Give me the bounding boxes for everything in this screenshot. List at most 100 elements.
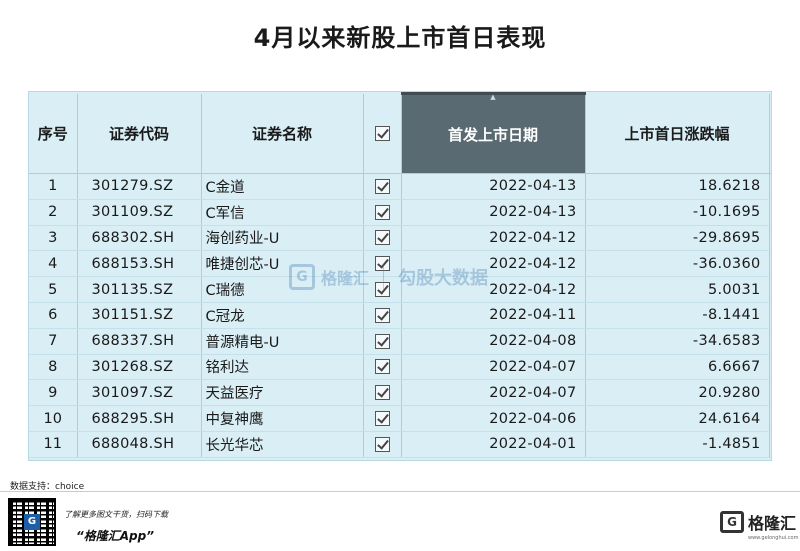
row-listing-date: 2022-04-12 — [401, 250, 586, 278]
checkbox-checked-icon[interactable] — [374, 178, 390, 194]
brand-logo: G 格隆汇 — [720, 510, 796, 534]
row-filler — [769, 405, 771, 432]
table-row[interactable]: 10 688295.SH 中复神鹰 2022-04-06 24.6164 — [29, 405, 771, 432]
row-first-day-change: 20.9280 — [585, 379, 770, 407]
brand-url: www.gelonghui.com — [748, 535, 799, 541]
table-row[interactable]: 2 301109.SZ C军信 2022-04-13 -10.1695 — [29, 199, 771, 226]
checkbox-checked-icon[interactable] — [374, 204, 390, 220]
sort-caret-icon: ▲ — [490, 93, 496, 101]
row-index: 10 — [29, 405, 78, 432]
row-filler — [769, 250, 771, 278]
row-name: 铭利达 — [201, 354, 364, 381]
row-listing-date: 2022-04-13 — [401, 173, 586, 200]
row-name: C冠龙 — [201, 302, 364, 329]
promo-text: 了解更多图文干货，扫码下载 — [64, 510, 168, 519]
checkbox-checked-icon[interactable] — [374, 282, 390, 298]
row-filler — [769, 302, 771, 329]
row-first-day-change: 5.0031 — [585, 276, 770, 303]
row-first-day-change: 24.6164 — [585, 405, 770, 432]
checkbox-checked-icon[interactable] — [374, 411, 390, 427]
row-filler — [769, 199, 771, 226]
row-filler — [769, 225, 771, 252]
row-name: 天益医疗 — [201, 379, 364, 407]
row-checkbox — [363, 328, 402, 355]
row-first-day-change: -34.6583 — [585, 328, 770, 355]
table-row[interactable]: 4 688153.SH 唯捷创芯-U 2022-04-12 -36.0360 — [29, 250, 771, 278]
row-checkbox — [363, 354, 402, 381]
row-name: C军信 — [201, 199, 364, 226]
row-first-day-change: -1.4851 — [585, 431, 770, 458]
table-row[interactable]: 1 301279.SZ C金道 2022-04-13 18.6218 — [29, 173, 771, 200]
row-code: 688302.SH — [77, 225, 202, 252]
row-code: 301097.SZ — [77, 379, 202, 407]
row-checkbox — [363, 379, 402, 407]
row-listing-date: 2022-04-13 — [401, 199, 586, 226]
checkbox-checked-icon[interactable] — [374, 230, 390, 246]
row-filler — [769, 328, 771, 355]
header-select-all[interactable] — [363, 93, 402, 174]
row-code: 688295.SH — [77, 405, 202, 432]
row-index: 11 — [29, 431, 78, 458]
table-row[interactable]: 7 688337.SH 普源精电-U 2022-04-08 -34.6583 — [29, 328, 771, 355]
app-name: “格隆汇App” — [76, 529, 154, 543]
row-filler — [769, 173, 771, 200]
row-index: 7 — [29, 328, 78, 355]
checkbox-checked-icon[interactable] — [374, 333, 390, 349]
table-row[interactable]: 8 301268.SZ 铭利达 2022-04-07 6.6667 — [29, 354, 771, 381]
row-index: 2 — [29, 199, 78, 226]
row-listing-date: 2022-04-12 — [401, 276, 586, 303]
header-row: 序号 证券代码 证券名称 ▲ 首发上市日期 上市首日涨跌幅 — [29, 92, 771, 174]
data-grid: 序号 证券代码 证券名称 ▲ 首发上市日期 上市首日涨跌幅 1 301279.SZ… — [28, 91, 772, 461]
row-listing-date: 2022-04-12 — [401, 225, 586, 252]
row-listing-date: 2022-04-07 — [401, 354, 586, 381]
row-checkbox — [363, 173, 402, 200]
header-code[interactable]: 证券代码 — [77, 93, 202, 174]
row-checkbox — [363, 199, 402, 226]
ipo-table: 序号 证券代码 证券名称 ▲ 首发上市日期 上市首日涨跌幅 1 301279.SZ… — [29, 92, 771, 458]
row-listing-date: 2022-04-07 — [401, 379, 586, 407]
row-index: 6 — [29, 302, 78, 329]
header-listing-date[interactable]: ▲ 首发上市日期 — [401, 92, 586, 174]
row-first-day-change: 18.6218 — [585, 173, 770, 200]
row-code: 301151.SZ — [77, 302, 202, 329]
row-name: 长光华芯 — [201, 431, 364, 458]
row-first-day-change: -29.8695 — [585, 225, 770, 252]
header-first-day-change[interactable]: 上市首日涨跌幅 — [585, 93, 770, 174]
row-code: 301279.SZ — [77, 173, 202, 200]
row-checkbox — [363, 225, 402, 252]
row-first-day-change: 6.6667 — [585, 354, 770, 381]
table-row[interactable]: 3 688302.SH 海创药业-U 2022-04-12 -29.8695 — [29, 225, 771, 252]
row-filler — [769, 276, 771, 303]
row-code: 301109.SZ — [77, 199, 202, 226]
header-index[interactable]: 序号 — [29, 93, 78, 174]
table-row[interactable]: 9 301097.SZ 天益医疗 2022-04-07 20.9280 — [29, 379, 771, 407]
row-index: 3 — [29, 225, 78, 252]
table-row[interactable]: 11 688048.SH 长光华芯 2022-04-01 -1.4851 — [29, 431, 771, 458]
row-code: 688048.SH — [77, 431, 202, 458]
row-listing-date: 2022-04-08 — [401, 328, 586, 355]
checkbox-checked-icon[interactable] — [374, 385, 390, 401]
row-name: 海创药业-U — [201, 225, 364, 252]
brand-g-icon: G — [720, 511, 744, 533]
checkbox-checked-icon[interactable] — [374, 126, 390, 142]
table-row[interactable]: 6 301151.SZ C冠龙 2022-04-11 -8.1441 — [29, 302, 771, 329]
row-code: 301135.SZ — [77, 276, 202, 303]
row-first-day-change: -36.0360 — [585, 250, 770, 278]
page-title: 4月以来新股上市首日表现 — [253, 24, 547, 52]
row-name: 普源精电-U — [201, 328, 364, 355]
row-name: 中复神鹰 — [201, 405, 364, 432]
row-filler — [769, 354, 771, 381]
checkbox-checked-icon[interactable] — [374, 359, 390, 375]
row-listing-date: 2022-04-01 — [401, 431, 586, 458]
checkbox-checked-icon[interactable] — [374, 436, 390, 452]
row-index: 4 — [29, 250, 78, 278]
row-listing-date: 2022-04-06 — [401, 405, 586, 432]
table-row[interactable]: 5 301135.SZ C瑞德 2022-04-12 5.0031 — [29, 276, 771, 303]
row-index: 1 — [29, 173, 78, 200]
row-name: C金道 — [201, 173, 364, 200]
checkbox-checked-icon[interactable] — [374, 256, 390, 272]
checkbox-checked-icon[interactable] — [374, 307, 390, 323]
row-checkbox — [363, 250, 402, 278]
row-code: 688153.SH — [77, 250, 202, 278]
header-name[interactable]: 证券名称 — [201, 93, 364, 174]
